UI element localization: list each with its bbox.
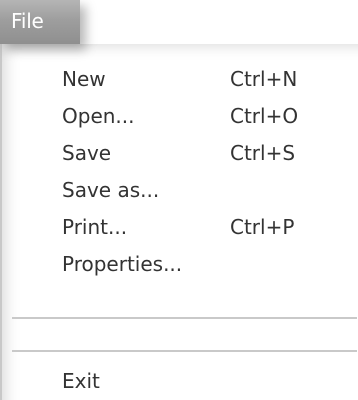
- file-menu-button[interactable]: File: [0, 0, 80, 44]
- file-menu-dropdown: New Ctrl+N Open... Ctrl+O Save Ctrl+S Sa…: [0, 44, 358, 400]
- menu-item-label: New: [62, 67, 106, 91]
- menu-item-save[interactable]: Save Ctrl+S: [62, 138, 342, 168]
- menu-separator: [12, 317, 357, 319]
- menu-item-label: Open...: [62, 104, 135, 128]
- file-menu: File New Ctrl+N Open... Ctrl+O Save Ctrl…: [0, 0, 358, 400]
- menu-item-shortcut: Ctrl+N: [230, 67, 298, 91]
- menu-item-shortcut: Ctrl+S: [230, 141, 296, 165]
- menu-item-open[interactable]: Open... Ctrl+O: [62, 101, 342, 131]
- menu-item-shortcut: Ctrl+O: [230, 104, 299, 128]
- menu-item-save-as[interactable]: Save as...: [62, 175, 342, 205]
- menu-item-label: Save as...: [62, 178, 160, 202]
- menu-item-new[interactable]: New Ctrl+N: [62, 64, 342, 94]
- menu-item-label: Print...: [62, 215, 128, 239]
- menu-item-properties[interactable]: Properties...: [62, 249, 342, 279]
- menu-item-print[interactable]: Print... Ctrl+P: [62, 212, 342, 242]
- menu-item-label: Exit: [62, 369, 100, 393]
- menu-item-label: Save: [62, 141, 112, 165]
- menu-item-exit[interactable]: Exit: [62, 366, 342, 396]
- file-menu-label: File: [11, 9, 44, 33]
- menu-separator: [12, 350, 357, 352]
- menu-item-shortcut: Ctrl+P: [230, 215, 295, 239]
- menu-item-label: Properties...: [62, 252, 183, 276]
